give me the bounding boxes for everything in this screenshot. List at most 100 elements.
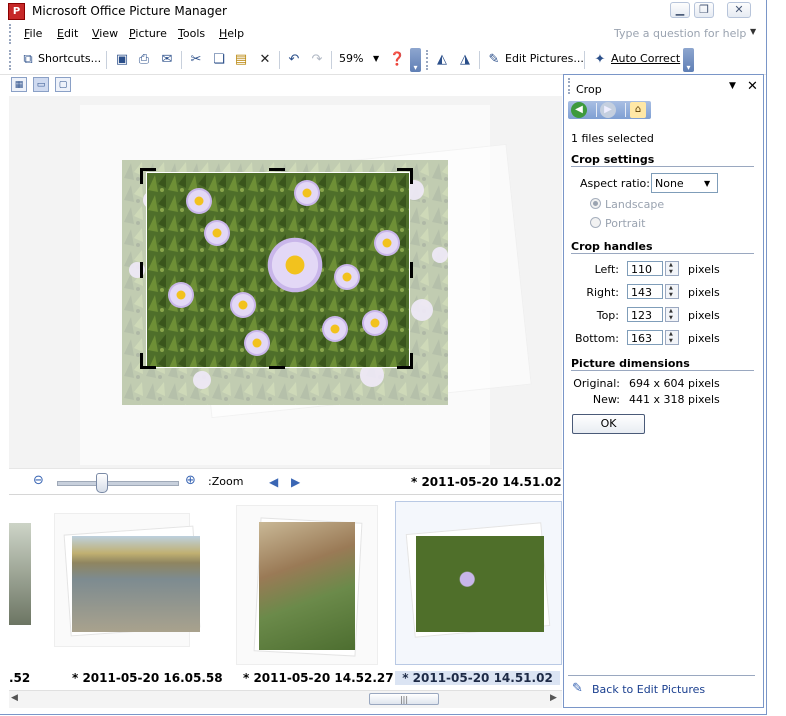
thumbnail-image[interactable] (416, 536, 544, 632)
menubar-grip[interactable] (9, 24, 14, 44)
crop-handles-heading: Crop handles (571, 240, 653, 253)
section-rule (571, 253, 754, 254)
single-picture-view-icon[interactable]: ▢ (55, 77, 71, 92)
toolbar-grip[interactable] (9, 50, 14, 70)
filmstrip-item[interactable] (9, 513, 45, 633)
landscape-radio[interactable] (590, 198, 601, 209)
zoom-out-icon[interactable]: ⊖ (33, 473, 44, 488)
right-crop-input[interactable]: 143 (627, 284, 663, 299)
shortcuts-icon[interactable]: ⧉ (20, 52, 36, 68)
zoom-select[interactable]: 59% ▼ (336, 51, 384, 68)
horizontal-scrollbar[interactable]: ◀ ||| ▶ (9, 690, 562, 708)
window-title: Microsoft Office Picture Manager (32, 4, 227, 18)
filmstrip-item-selected[interactable] (395, 501, 562, 665)
toolbar-options-chevron[interactable]: ▾ (683, 48, 694, 72)
menu-help[interactable]: Help (219, 27, 244, 40)
zoom-slider-thumb[interactable] (96, 473, 109, 493)
menu-view[interactable]: View (92, 27, 118, 40)
save-icon[interactable]: ▣ (114, 52, 130, 68)
edit-pictures-button[interactable]: Edit Pictures... (505, 52, 584, 65)
top-crop-stepper[interactable]: ▲ ▼ (665, 307, 679, 322)
top-crop-input[interactable]: 123 (627, 307, 663, 322)
redo-icon[interactable]: ↷ (309, 52, 325, 68)
forward-arrow-icon[interactable]: ▶ (600, 102, 616, 118)
filmstrip-view-icon[interactable]: ▭ (33, 77, 49, 92)
edit-pictures-icon[interactable]: ✎ (572, 681, 583, 696)
help-icon[interactable]: ❓ (389, 52, 405, 68)
scrollbar-thumb[interactable]: ||| (369, 693, 439, 705)
zoom-label: :Zoom (208, 475, 244, 488)
back-to-edit-pictures-link[interactable]: Back to Edit Pictures (592, 683, 705, 696)
crop-handle-top[interactable] (269, 168, 285, 171)
bottom-crop-input[interactable]: 163 (627, 330, 663, 345)
close-button[interactable]: ✕ (727, 2, 751, 18)
home-icon[interactable]: ⌂ (630, 102, 646, 118)
shortcuts-button[interactable]: Shortcuts... (38, 52, 101, 65)
filmstrip-item[interactable] (54, 513, 201, 647)
toolbar-separator (331, 51, 332, 69)
crop-selection-area[interactable] (146, 172, 410, 368)
menu-edit[interactable]: Edit (57, 27, 78, 40)
zoom-in-icon[interactable]: ⊕ (185, 473, 196, 488)
crop-handle-left[interactable] (140, 262, 143, 278)
crop-task-pane: Crop ▼ ✕ ◀ ▶ ⌂ 1 files selected Crop set… (563, 74, 764, 708)
bottom-crop-stepper[interactable]: ▲ ▼ (665, 330, 679, 345)
filmstrip-caption: .52 (9, 671, 31, 685)
crop-handle-bottom-left[interactable] (140, 353, 143, 369)
thumbnail-image[interactable] (72, 536, 200, 632)
help-search-box[interactable]: Type a question for help ▼ (610, 25, 762, 43)
toolbar-grip[interactable] (426, 50, 431, 70)
chevron-down-icon[interactable]: ▼ (373, 54, 379, 63)
thumbnail-view-icon[interactable]: ▦ (11, 77, 27, 92)
crop-handle-top-right[interactable] (410, 168, 413, 184)
pane-menu-chevron-icon[interactable]: ▼ (729, 81, 736, 91)
auto-correct-icon[interactable]: ✦ (592, 52, 608, 68)
scroll-right-icon[interactable]: ▶ (550, 693, 557, 703)
chevron-down-icon[interactable]: ▼ (704, 179, 710, 188)
cut-icon[interactable]: ✂ (188, 52, 204, 68)
copy-icon[interactable]: ❏ (211, 52, 227, 68)
next-picture-icon[interactable]: ▶ (291, 475, 300, 489)
units-label: pixels (688, 263, 720, 276)
paste-icon[interactable]: ▤ (233, 52, 249, 68)
help-search-input[interactable]: Type a question for help (614, 27, 746, 40)
crop-handle-bottom[interactable] (269, 366, 285, 369)
zoom-slider[interactable] (57, 481, 179, 486)
edit-pictures-icon[interactable]: ✎ (486, 52, 502, 68)
auto-correct-button[interactable]: Auto Correct (611, 52, 680, 65)
portrait-radio[interactable] (590, 217, 601, 228)
toolbar-options-chevron[interactable]: ▾ (410, 48, 421, 72)
left-crop-input[interactable]: 110 (627, 261, 663, 276)
zoom-value: 59% (339, 52, 364, 65)
left-label: Left: (594, 263, 619, 276)
landscape-label: Landscape (605, 198, 665, 211)
crop-handle-top-left[interactable] (140, 168, 143, 184)
menu-picture[interactable]: Picture (129, 27, 167, 40)
thumbnail-image[interactable] (9, 523, 31, 625)
minimize-button[interactable]: ▁ (670, 2, 690, 18)
filmstrip-item[interactable] (236, 505, 378, 665)
undo-icon[interactable]: ↶ (286, 52, 302, 68)
crop-handle-right[interactable] (410, 262, 413, 278)
original-dimensions: 694 x 604 pixels (629, 377, 720, 390)
crop-handle-bottom-right[interactable] (410, 353, 413, 369)
ok-button[interactable]: OK (572, 414, 645, 434)
scroll-left-icon[interactable]: ◀ (11, 693, 18, 703)
left-crop-stepper[interactable]: ▲ ▼ (665, 261, 679, 276)
thumbnail-image[interactable] (259, 522, 355, 650)
pane-close-icon[interactable]: ✕ (747, 79, 758, 94)
rotate-right-icon[interactable]: ◮ (457, 52, 473, 68)
chevron-down-icon[interactable]: ▼ (750, 27, 756, 36)
menu-tools[interactable]: Tools (178, 27, 205, 40)
right-crop-stepper[interactable]: ▲ ▼ (665, 284, 679, 299)
menu-file[interactable]: File (24, 27, 42, 40)
aspect-ratio-select[interactable]: None ▼ (651, 173, 718, 193)
delete-icon[interactable]: ✕ (257, 52, 273, 68)
print-icon[interactable]: ⎙ (136, 52, 152, 68)
rotate-left-icon[interactable]: ◭ (434, 52, 450, 68)
back-arrow-icon[interactable]: ◀ (571, 102, 587, 118)
email-icon[interactable]: ✉ (159, 52, 175, 68)
previous-picture-icon[interactable]: ◀ (269, 475, 278, 489)
pane-grip[interactable] (568, 78, 573, 94)
maximize-button[interactable]: ❐ (694, 2, 714, 18)
